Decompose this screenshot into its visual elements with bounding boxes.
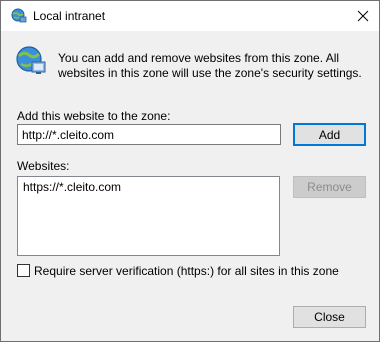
require-verification-label[interactable]: Require server verification (https:) for… (34, 264, 339, 278)
remove-button-label: Remove (307, 180, 352, 194)
add-button-label: Add (318, 127, 341, 142)
websites-label: Websites: (17, 159, 70, 173)
info-text: You can add and remove websites from thi… (58, 51, 362, 80)
title-bar: Local intranet (1, 1, 379, 31)
remove-button[interactable]: Remove (293, 176, 366, 198)
add-button[interactable]: Add (293, 123, 366, 146)
close-icon (357, 10, 369, 22)
close-button-label: Close (314, 310, 345, 324)
intranet-globe-icon (16, 46, 46, 74)
list-item[interactable]: https://*.cleito.com (23, 180, 121, 194)
website-input-field[interactable] (18, 125, 280, 144)
window-title: Local intranet (33, 9, 106, 23)
website-input[interactable] (17, 124, 281, 145)
close-window-button[interactable] (347, 1, 379, 31)
intranet-globe-icon (11, 8, 27, 23)
add-website-label: Add this website to the zone: (17, 109, 171, 123)
close-button[interactable]: Close (293, 306, 366, 328)
websites-list[interactable]: https://*.cleito.com (17, 176, 280, 256)
require-verification-checkbox[interactable] (17, 264, 30, 277)
dialog-window: Local intranet You can add and remove we… (0, 0, 380, 342)
